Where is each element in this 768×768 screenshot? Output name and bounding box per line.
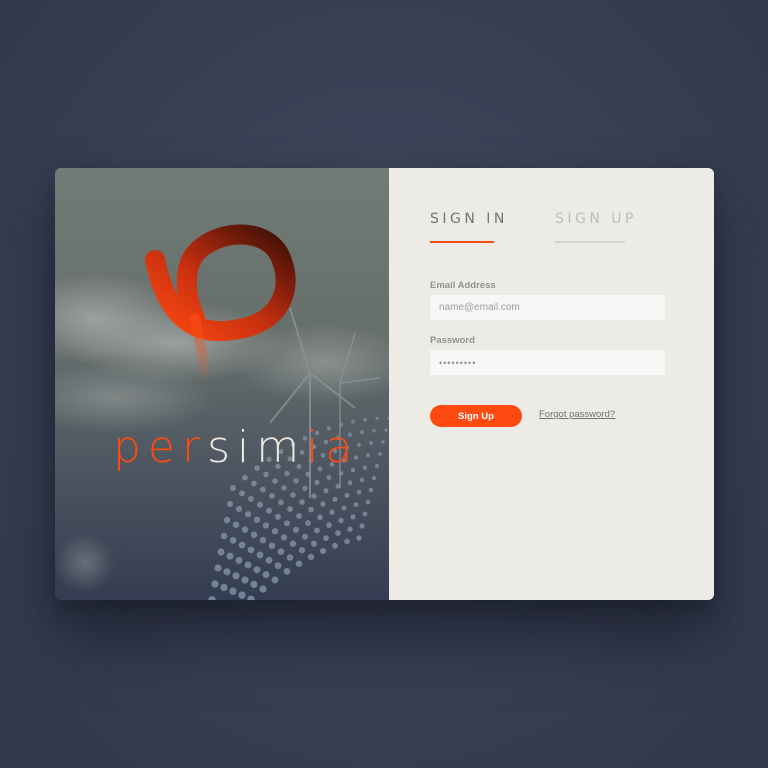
password-label: Password [430, 335, 475, 346]
email-label: Email Address [430, 280, 496, 291]
brand-word-part1: per [113, 422, 208, 473]
auth-form-panel: SIGN IN SIGN UP Email Address Password S… [389, 168, 714, 600]
forgot-password-link[interactable]: Forgot password? [539, 409, 615, 420]
hero-scene-image [55, 168, 389, 600]
tab-sign-in-underline [430, 241, 494, 243]
login-card: persimia SIGN IN SIGN UP Email Address P… [55, 168, 714, 600]
brand-wordmark: persimia [113, 426, 359, 470]
email-field[interactable] [430, 295, 665, 320]
tab-sign-up-underline [555, 241, 625, 243]
hero-image-panel: persimia [55, 168, 389, 600]
brand-word-part3: ia [306, 422, 360, 473]
tab-sign-up[interactable]: SIGN UP [555, 211, 637, 227]
password-field[interactable] [430, 350, 665, 375]
brand-word-part2: sim [207, 422, 307, 473]
sign-up-button[interactable]: Sign Up [430, 405, 522, 427]
tab-sign-in[interactable]: SIGN IN [430, 211, 508, 227]
